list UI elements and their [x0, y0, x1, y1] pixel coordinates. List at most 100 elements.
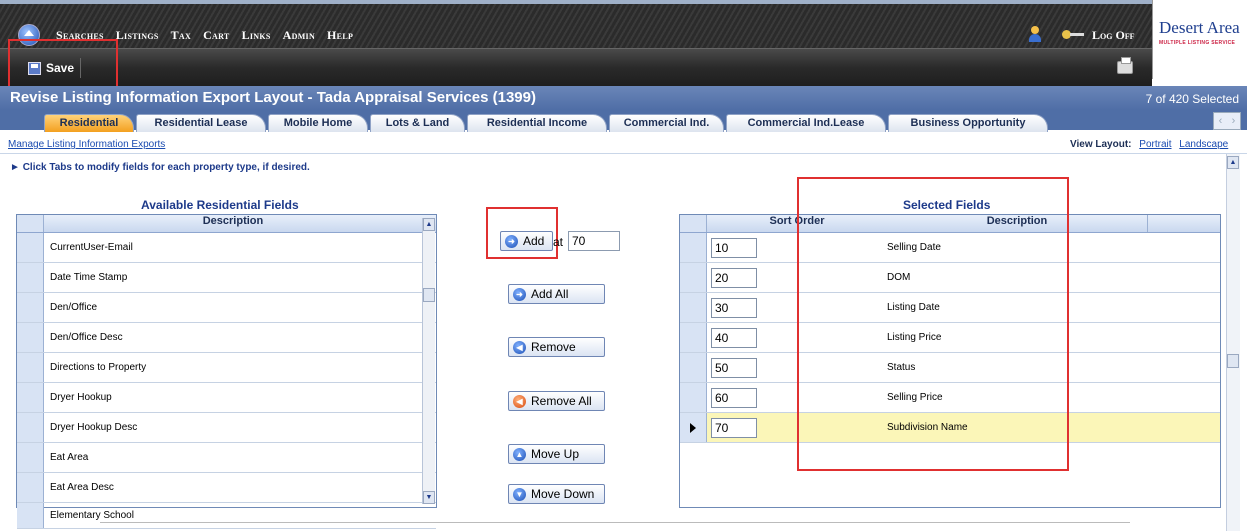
scroll-thumb[interactable]: [423, 288, 435, 302]
add-all-label: Add All: [531, 287, 569, 301]
logoff-link[interactable]: Log Off: [1092, 28, 1135, 43]
tab-scroll-left-icon[interactable]: ‹: [1214, 113, 1227, 129]
selected-header: Sort Order Description: [680, 215, 1220, 233]
table-row[interactable]: Selling Price: [680, 383, 1220, 413]
remove-label: Remove: [531, 340, 576, 354]
remove-all-button[interactable]: ◀ Remove All: [508, 391, 605, 411]
sort-order-input[interactable]: [711, 417, 757, 438]
list-item[interactable]: Dryer Hookup Desc: [17, 413, 436, 443]
remove-button[interactable]: ◀ Remove: [508, 337, 605, 357]
toolbar: Save: [0, 48, 1152, 86]
tab-business-opportunity[interactable]: Business Opportunity: [888, 114, 1048, 132]
move-up-button[interactable]: ▲ Move Up: [508, 444, 605, 464]
arrow-up-icon: ▲: [513, 447, 526, 461]
list-item[interactable]: Eat Area: [17, 443, 436, 473]
scroll-up-icon[interactable]: ▲: [423, 218, 435, 231]
divider: [100, 522, 1130, 523]
tab-lots-land[interactable]: Lots & Land: [370, 114, 465, 132]
page-scroll-up-icon[interactable]: ▲: [1227, 156, 1239, 169]
sort-order-input[interactable]: [711, 297, 757, 318]
page-title: Revise Listing Information Export Layout…: [10, 89, 536, 106]
floppy-disk-icon: [28, 61, 41, 75]
table-row-selected[interactable]: Subdivision Name: [680, 413, 1220, 443]
table-row[interactable]: Listing Date: [680, 293, 1220, 323]
menu-links[interactable]: Links: [242, 28, 271, 43]
available-scrollbar[interactable]: ▲ ▼: [422, 218, 435, 504]
title-bar: Revise Listing Information Export Layout…: [0, 86, 1247, 110]
page-scroll-thumb[interactable]: [1227, 354, 1239, 368]
portrait-link[interactable]: Portrait: [1139, 139, 1171, 150]
user-icon[interactable]: [1029, 26, 1041, 42]
brand-name: Desert Area: [1159, 18, 1240, 37]
add-button[interactable]: ➜ Add: [500, 231, 554, 251]
list-item[interactable]: Directions to Property: [17, 353, 436, 383]
field-description: Listing Date: [887, 302, 940, 313]
sort-order-input[interactable]: [711, 387, 757, 408]
view-layout-label: View Layout:: [1070, 139, 1132, 150]
table-row[interactable]: DOM: [680, 263, 1220, 293]
sort-order-input[interactable]: [711, 357, 757, 378]
table-row[interactable]: Status: [680, 353, 1220, 383]
field-description: DOM: [887, 272, 911, 283]
table-row[interactable]: Selling Date: [680, 233, 1220, 263]
tab-commercial-ind-lease[interactable]: Commercial Ind.Lease: [726, 114, 886, 132]
list-item[interactable]: Elementary School: [17, 503, 436, 529]
arrow-right-icon: ➜: [513, 287, 526, 301]
brand-tagline: MULTIPLE LISTING SERVICE: [1159, 40, 1236, 46]
list-item[interactable]: Den/Office: [17, 293, 436, 323]
save-label: Save: [46, 61, 75, 75]
available-grid: Description CurrentUser-Email Date Time …: [16, 214, 437, 529]
tab-mobile-home[interactable]: Mobile Home: [268, 114, 368, 132]
selected-grid: Sort Order Description Selling Date DOM …: [679, 214, 1221, 508]
add-all-button[interactable]: ➜ Add All: [508, 284, 605, 304]
menu-cart[interactable]: Cart: [203, 28, 229, 43]
manage-exports-link[interactable]: Manage Listing Information Exports: [8, 139, 165, 150]
scroll-down-icon[interactable]: ▼: [423, 491, 435, 504]
landscape-link[interactable]: Landscape: [1179, 139, 1228, 150]
move-down-label: Move Down: [531, 487, 595, 501]
menu-help[interactable]: Help: [327, 28, 353, 43]
arrow-left-icon: ◀: [513, 340, 526, 354]
sort-order-input[interactable]: [711, 237, 757, 258]
available-title: Available Residential Fields: [141, 198, 299, 212]
selected-title: Selected Fields: [903, 198, 991, 212]
list-item[interactable]: CurrentUser-Email: [17, 233, 436, 263]
table-row[interactable]: Listing Price: [680, 323, 1220, 353]
list-item[interactable]: Eat Area Desc: [17, 473, 436, 503]
tab-commercial-ind[interactable]: Commercial Ind.: [609, 114, 724, 132]
print-icon[interactable]: [1117, 57, 1133, 74]
menu-tax[interactable]: Tax: [171, 28, 191, 43]
tab-residential-income[interactable]: Residential Income: [467, 114, 607, 132]
top-nav: Searches Listings Tax Cart Links Admin H…: [0, 0, 1152, 48]
available-list: CurrentUser-Email Date Time Stamp Den/Of…: [17, 233, 436, 529]
sort-order-input[interactable]: [711, 327, 757, 348]
tab-scroll-right-icon[interactable]: ›: [1227, 113, 1240, 129]
current-row-arrow-icon: [690, 422, 696, 433]
list-item[interactable]: Date Time Stamp: [17, 263, 436, 293]
sort-order-input[interactable]: [711, 267, 757, 288]
main-menu: Searches Listings Tax Cart Links Admin H…: [56, 28, 353, 43]
home-icon[interactable]: [18, 24, 40, 46]
tab-residential-lease[interactable]: Residential Lease: [136, 114, 266, 132]
move-up-label: Move Up: [531, 447, 580, 461]
available-col-description: Description: [202, 215, 264, 227]
page-scrollbar[interactable]: ▲: [1226, 154, 1240, 531]
insert-position-input[interactable]: [568, 231, 620, 251]
list-item[interactable]: Dryer Hookup: [17, 383, 436, 413]
arrow-down-icon: ▼: [513, 487, 526, 501]
field-description: Selling Price: [887, 392, 943, 403]
menu-admin[interactable]: Admin: [283, 28, 315, 43]
arrow-left-orange-icon: ◀: [513, 394, 526, 408]
hint-label: Click Tabs to modify fields for each pro…: [22, 162, 310, 173]
available-header: Description: [17, 215, 436, 233]
selected-col-description: Description: [986, 215, 1048, 227]
menu-searches[interactable]: Searches: [56, 28, 104, 43]
field-description: Selling Date: [887, 242, 941, 253]
key-icon: [1062, 30, 1084, 39]
save-button[interactable]: Save: [22, 58, 82, 78]
menu-listings[interactable]: Listings: [116, 28, 159, 43]
tab-residential[interactable]: Residential: [44, 114, 134, 132]
list-item[interactable]: Den/Office Desc: [17, 323, 436, 353]
view-layout: View Layout: Portrait Landscape: [1070, 139, 1228, 150]
move-down-button[interactable]: ▼ Move Down: [508, 484, 605, 504]
